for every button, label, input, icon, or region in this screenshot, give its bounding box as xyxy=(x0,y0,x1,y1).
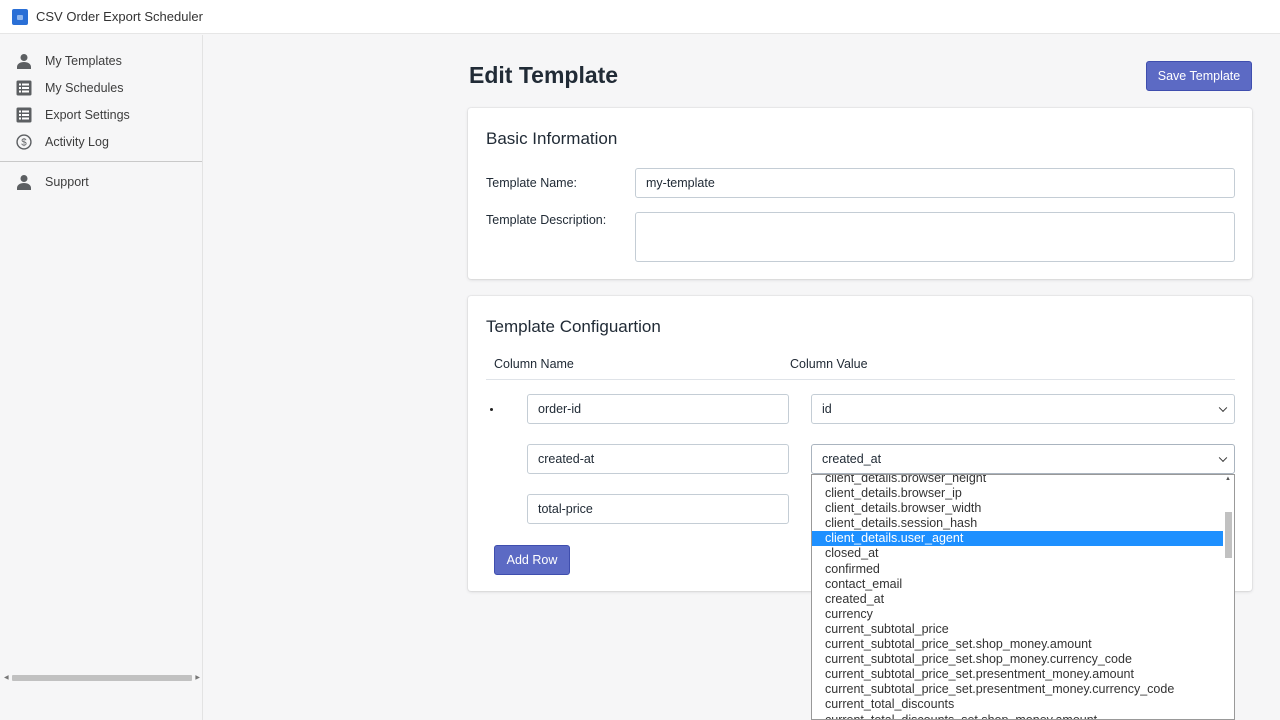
sidebar-item-activity-log[interactable]: $ Activity Log xyxy=(0,128,202,155)
sidebar-item-export-settings[interactable]: Export Settings xyxy=(0,101,202,128)
dropdown-option[interactable]: client_details.browser_ip xyxy=(812,486,1224,501)
column-name-input[interactable]: order-id xyxy=(527,394,789,424)
basic-information-card: Basic Information Template Name: my-temp… xyxy=(468,108,1252,279)
header-divider xyxy=(486,379,1235,380)
column-name-header: Column Name xyxy=(494,357,574,371)
svg-text:$: $ xyxy=(21,137,27,148)
section-title: Template Configuartion xyxy=(486,317,661,336)
sidebar-item-label: Activity Log xyxy=(45,134,109,149)
top-bar: CSV Order Export Scheduler xyxy=(0,0,1280,34)
sidebar-item-label: Support xyxy=(45,174,89,189)
dropdown-option[interactable]: client_details.session_hash xyxy=(812,516,1224,531)
column-value-header: Column Value xyxy=(790,357,868,371)
input-value: total-price xyxy=(538,502,593,516)
select-value: id xyxy=(822,402,832,416)
dropdown-scrollbar[interactable]: ▲ xyxy=(1223,475,1234,719)
sidebar-item-support[interactable]: Support xyxy=(0,168,202,195)
input-value: order-id xyxy=(538,402,582,416)
sidebar-divider xyxy=(0,161,202,162)
dropdown-option[interactable]: client_details.user_agent xyxy=(812,531,1224,547)
dropdown-option[interactable]: client_details.browser_width xyxy=(812,501,1224,516)
dropdown-option[interactable]: contact_email xyxy=(812,577,1224,592)
input-value: created-at xyxy=(538,452,595,466)
input-value: my-template xyxy=(646,176,715,190)
dropdown-option[interactable]: confirmed xyxy=(812,562,1224,577)
person-icon xyxy=(16,53,32,69)
select-value: created_at xyxy=(822,452,882,466)
dropdown-option[interactable]: current_subtotal_price_set.shop_money.am… xyxy=(812,637,1224,652)
column-name-input[interactable]: created-at xyxy=(527,444,789,474)
dollar-circle-icon: $ xyxy=(16,133,32,150)
sidebar-item-my-templates[interactable]: My Templates xyxy=(0,47,202,74)
person-icon xyxy=(16,174,32,190)
sidebar-item-label: Export Settings xyxy=(45,107,130,122)
dropdown-option[interactable]: current_subtotal_price_set.shop_money.cu… xyxy=(812,652,1224,667)
dropdown-option[interactable]: created_at xyxy=(812,592,1224,607)
sidebar-item-label: My Templates xyxy=(45,53,122,68)
dropdown-option[interactable]: current_subtotal_price_set.presentment_m… xyxy=(812,682,1224,697)
sidebar: My Templates My Schedules Export Setting… xyxy=(0,35,203,720)
column-value-select[interactable]: created_at xyxy=(811,444,1235,474)
dropdown-option[interactable]: currency xyxy=(812,607,1224,622)
app-title: CSV Order Export Scheduler xyxy=(36,9,203,24)
list-icon xyxy=(16,107,32,123)
sidebar-item-my-schedules[interactable]: My Schedules xyxy=(0,74,202,101)
template-name-input[interactable]: my-template xyxy=(635,168,1235,198)
add-row-button[interactable]: Add Row xyxy=(494,545,570,575)
page-title: Edit Template xyxy=(469,62,619,88)
section-title: Basic Information xyxy=(486,129,618,148)
list-icon xyxy=(16,80,32,96)
template-description-label: Template Description: xyxy=(486,213,607,227)
dropdown-option[interactable]: closed_at xyxy=(812,546,1224,561)
sidebar-horizontal-scrollbar[interactable]: ◀ ▶ xyxy=(4,674,200,682)
app-logo-icon xyxy=(12,8,28,25)
template-name-label: Template Name: xyxy=(486,176,578,190)
column-value-select[interactable]: id xyxy=(811,394,1235,424)
dropdown-option[interactable]: current_total_discounts_set.shop_money.a… xyxy=(812,713,1224,720)
bullet xyxy=(490,408,493,411)
dropdown-option[interactable]: current_total_discounts xyxy=(812,697,1224,712)
column-name-input[interactable]: total-price xyxy=(527,494,789,524)
column-value-dropdown-list[interactable]: client_details.browser_height client_deta… xyxy=(811,474,1235,720)
dropdown-option[interactable]: current_subtotal_price xyxy=(812,622,1224,637)
dropdown-option[interactable]: client_details.browser_height xyxy=(812,475,1224,486)
save-template-button[interactable]: Save Template xyxy=(1146,61,1252,91)
sidebar-item-label: My Schedules xyxy=(45,80,124,95)
template-description-input[interactable] xyxy=(635,212,1235,262)
dropdown-option[interactable]: current_subtotal_price_set.presentment_m… xyxy=(812,667,1224,682)
